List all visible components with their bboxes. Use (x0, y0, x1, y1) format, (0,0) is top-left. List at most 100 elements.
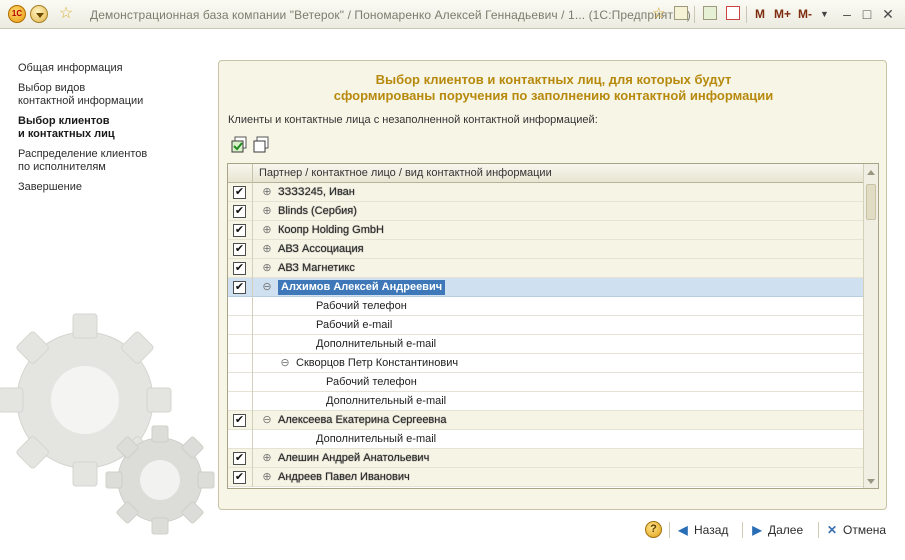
table-header: Партнер / контактное лицо / вид контактн… (228, 164, 878, 183)
calendar-icon[interactable] (726, 6, 740, 22)
checkbox-cell: ✔ (228, 202, 253, 221)
expand-plus-icon[interactable]: ⊕ (262, 453, 272, 464)
collapse-minus-icon[interactable]: ⊖ (280, 358, 290, 369)
row-label: АВЗ Магнетикс (278, 262, 355, 274)
checkbox-cell: ✔ (228, 183, 253, 202)
bookmark-icon[interactable] (674, 6, 688, 22)
checkbox-cell (228, 354, 253, 373)
row-label: ЗЗЗЗ245, Иван (278, 186, 355, 198)
checkbox-cell (228, 316, 253, 335)
nav-step-distribution[interactable]: Распределение клиентов по исполнителям (18, 148, 198, 174)
back-button[interactable]: ◀ Назад (676, 521, 728, 539)
memory-m-button[interactable]: M (755, 6, 765, 22)
favorites-star-icon[interactable]: ☆ (57, 5, 75, 23)
checkbox-cell (228, 297, 253, 316)
expand-plus-icon[interactable]: ⊕ (262, 206, 272, 217)
row-checkbox[interactable]: ✔ (233, 205, 246, 218)
checkbox-column-header[interactable] (228, 164, 253, 183)
scroll-down-icon[interactable] (867, 479, 875, 484)
nav-step-contact-info-kinds[interactable]: Выбор видов контактной информации (18, 82, 198, 108)
checkbox-cell: ✔ (228, 468, 253, 487)
app-logo-icon[interactable]: 1С (8, 5, 26, 23)
table-row[interactable]: Дополнительный e-mail (228, 430, 864, 449)
close-icon: ✕ (826, 523, 838, 537)
row-checkbox[interactable]: ✔ (233, 471, 246, 484)
expand-plus-icon[interactable]: ⊕ (262, 472, 272, 483)
table-row[interactable]: ✔ ⊕ Андреев Павел Иванович (228, 468, 864, 487)
close-icon[interactable]: ✕ (879, 5, 897, 23)
checkbox-cell: ✔ (228, 221, 253, 240)
window-titlebar: 1С ☆ Демонстрационная база компании "Вет… (0, 0, 905, 29)
row-checkbox[interactable]: ✔ (233, 186, 246, 199)
maximize-icon[interactable]: □ (858, 5, 876, 23)
table-row[interactable]: ✔ ⊖ Алексеева Екатерина Сергеевна (228, 411, 864, 430)
row-label: Рабочий телефон (326, 376, 417, 388)
row-checkbox[interactable]: ✔ (233, 281, 246, 294)
nav-step-select-clients[interactable]: Выбор клиентов и контактных лиц (18, 115, 198, 141)
collapse-minus-icon[interactable]: ⊖ (262, 415, 272, 426)
table-row[interactable]: Рабочий телефон (228, 297, 864, 316)
calculator-icon[interactable] (703, 6, 717, 22)
checkbox-cell: ✔ (228, 259, 253, 278)
main-menu-icon[interactable] (30, 5, 48, 23)
add-favorite-star-icon[interactable]: ☆ (652, 6, 665, 22)
expand-plus-icon[interactable]: ⊕ (262, 225, 272, 236)
table-row[interactable]: ✔ ⊕ Алешин Андрей Анатольевич (228, 449, 864, 468)
memory-m-plus-button[interactable]: M+ (774, 6, 791, 22)
table-row[interactable]: Рабочий e-mail (228, 316, 864, 335)
row-checkbox[interactable]: ✔ (233, 414, 246, 427)
gears-decoration-icon (0, 313, 215, 535)
table-row[interactable]: ✔ ⊕ Коопр Holding GmbH (228, 221, 864, 240)
row-checkbox[interactable]: ✔ (233, 262, 246, 275)
chevron-down-icon[interactable]: ▼ (820, 6, 829, 22)
table-row[interactable]: ✔ ⊕ АВЗ Ассоциация (228, 240, 864, 259)
panel-subtitle: Клиенты и контактные лица с незаполненно… (228, 114, 598, 126)
minimize-icon[interactable]: – (838, 5, 856, 23)
row-label: Коопр Holding GmbH (278, 224, 384, 236)
memory-m-minus-button[interactable]: M- (798, 6, 812, 22)
help-button[interactable]: ? (645, 521, 662, 538)
row-label: Дополнительный e-mail (316, 433, 437, 445)
row-label: Алексеева Екатерина Сергеевна (278, 414, 447, 426)
table-row[interactable]: Дополнительный e-mail (228, 335, 864, 354)
table-row[interactable]: Рабочий телефон (228, 373, 864, 392)
nav-step-finish[interactable]: Завершение (18, 181, 198, 194)
table-row[interactable]: ✔ ⊖ Алхимов Алексей Андреевич (228, 278, 864, 297)
row-label: АВЗ Ассоциация (278, 243, 364, 255)
wizard-panel: Выбор клиентов и контактных лиц, для кот… (218, 60, 887, 510)
collapse-minus-icon[interactable]: ⊖ (262, 282, 272, 293)
nav-step-general-info[interactable]: Общая информация (18, 62, 198, 75)
checkbox-cell (228, 373, 253, 392)
cancel-button[interactable]: ✕ Отмена (825, 521, 886, 539)
vertical-scrollbar[interactable] (863, 164, 878, 488)
table-row[interactable]: ✔ ⊕ Blinds (Сербия) (228, 202, 864, 221)
separator (818, 522, 819, 538)
table-row[interactable]: ⊖ Скворцов Петр Константинович (228, 354, 864, 373)
table-row[interactable]: ✔ ⊕ АВЗ Магнетикс (228, 259, 864, 278)
row-label: Рабочий e-mail (316, 319, 393, 331)
scroll-thumb[interactable] (866, 184, 876, 220)
check-all-icon[interactable] (230, 136, 248, 154)
expand-plus-icon[interactable]: ⊕ (262, 244, 272, 255)
table-row[interactable]: ✔ ⊕ ЗЗЗЗ245, Иван (228, 183, 864, 202)
column-header-partner[interactable]: Партнер / контактное лицо / вид контактн… (259, 167, 552, 179)
row-label: Дополнительный e-mail (316, 338, 437, 350)
uncheck-all-icon[interactable] (252, 136, 270, 154)
separator (669, 522, 670, 538)
next-button[interactable]: ▶ Далее (750, 521, 803, 539)
expand-plus-icon[interactable]: ⊕ (262, 263, 272, 274)
table-row[interactable]: Дополнительный e-mail (228, 392, 864, 411)
checkbox-cell: ✔ (228, 449, 253, 468)
row-label: Андреев Павел Иванович (278, 471, 410, 483)
separator (746, 6, 747, 23)
checkbox-cell (228, 392, 253, 411)
expand-plus-icon[interactable]: ⊕ (262, 187, 272, 198)
row-checkbox[interactable]: ✔ (233, 224, 246, 237)
scroll-up-icon[interactable] (867, 170, 875, 175)
checkbox-cell: ✔ (228, 240, 253, 259)
clients-tree-table[interactable]: Партнер / контактное лицо / вид контактн… (227, 163, 879, 489)
row-checkbox[interactable]: ✔ (233, 452, 246, 465)
row-checkbox[interactable]: ✔ (233, 243, 246, 256)
cancel-button-label: Отмена (843, 523, 887, 537)
row-label: Алешин Андрей Анатольевич (278, 452, 430, 464)
